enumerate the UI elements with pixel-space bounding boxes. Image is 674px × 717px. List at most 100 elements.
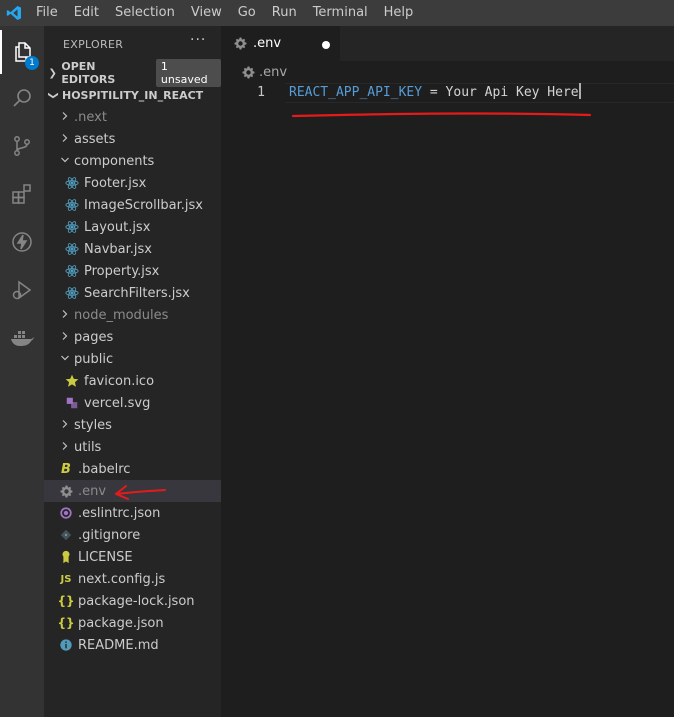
open-editors-section[interactable]: ❯ OPEN EDITORS 1 unsaved	[44, 59, 221, 87]
file-dot-babelrc[interactable]: B .babelrc	[44, 458, 221, 480]
code-line[interactable]: 1 REACT_APP_API_KEY = Your Api Key Here	[221, 83, 674, 103]
tree-item-label: SearchFilters.jsx	[84, 285, 190, 301]
file-dot-gitignore[interactable]: .gitignore	[44, 524, 221, 546]
file-vercel-svg[interactable]: vercel.svg	[44, 392, 221, 414]
menu-view[interactable]: View	[183, 0, 230, 26]
env-key-token: REACT_APP_API_KEY	[289, 85, 423, 100]
git-icon	[58, 527, 74, 543]
unsaved-dot-icon[interactable]	[322, 41, 330, 49]
tree-item-label: Layout.jsx	[84, 219, 151, 235]
folder-assets[interactable]: assets	[44, 128, 221, 150]
tree-item-label: ImageScrollbar.jsx	[84, 197, 203, 213]
tree-item-label: utils	[74, 439, 102, 455]
chevron-right-icon: ❯	[48, 67, 57, 79]
file-layout-jsx[interactable]: Layout.jsx	[44, 216, 221, 238]
equals-token: =	[422, 85, 446, 100]
folder-dot-next[interactable]: .next	[44, 106, 221, 128]
extensions-icon[interactable]	[0, 172, 44, 216]
tree-item-label: Footer.jsx	[84, 175, 147, 191]
editor-area: .env .env 1 REACT_APP_API_KEY = Your Api…	[221, 26, 674, 717]
folder-node-modules[interactable]: node_modules	[44, 304, 221, 326]
chevron-down-icon	[58, 353, 72, 366]
menu-selection[interactable]: Selection	[107, 0, 183, 26]
file-license[interactable]: LICENSE	[44, 546, 221, 568]
folder-public[interactable]: public	[44, 348, 221, 370]
gear-icon	[241, 66, 255, 80]
file-property-jsx[interactable]: Property.jsx	[44, 260, 221, 282]
project-section[interactable]: ❯ HOSPITILITY_IN_REACT	[44, 84, 221, 106]
react-icon	[64, 263, 80, 279]
code-text[interactable]: REACT_APP_API_KEY = Your Api Key Here	[289, 83, 581, 103]
folder-pages[interactable]: pages	[44, 326, 221, 348]
folder-styles[interactable]: styles	[44, 414, 221, 436]
tree-item-label: .babelrc	[78, 461, 131, 477]
chevron-right-icon	[58, 111, 72, 124]
tree-item-label: styles	[74, 417, 112, 433]
chevron-right-icon	[58, 309, 72, 322]
folder-components[interactable]: components	[44, 150, 221, 172]
explorer-badge: 1	[25, 56, 39, 70]
open-editors-label: OPEN EDITORS	[61, 60, 116, 86]
file-dot-env[interactable]: .env	[44, 480, 221, 502]
menu-terminal[interactable]: Terminal	[305, 0, 376, 26]
json-icon: {}	[57, 616, 75, 630]
react-icon	[64, 285, 80, 301]
react-icon	[64, 241, 80, 257]
tree-item-label: README.md	[78, 637, 159, 653]
more-actions-button[interactable]: ···	[190, 32, 206, 48]
explorer-icon[interactable]: 1	[0, 30, 44, 74]
file-footer-jsx[interactable]: Footer.jsx	[44, 172, 221, 194]
chevron-right-icon	[58, 133, 72, 146]
chevron-right-icon	[58, 419, 72, 432]
eslint-icon	[58, 505, 74, 521]
file-favicon-ico[interactable]: favicon.ico	[44, 370, 221, 392]
thunder-client-icon[interactable]	[0, 220, 44, 264]
menu-edit[interactable]: Edit	[66, 0, 107, 26]
tree-item-label: .eslintrc.json	[78, 505, 161, 521]
info-icon	[58, 637, 74, 653]
tree-item-label: public	[74, 351, 114, 367]
env-value-token: Your Api Key Here	[445, 85, 579, 100]
license-icon	[58, 549, 74, 565]
folder-utils[interactable]: utils	[44, 436, 221, 458]
file-next-config-js[interactable]: JS next.config.js	[44, 568, 221, 590]
activity-bar: 1	[0, 26, 44, 717]
vscode-logo-icon[interactable]	[0, 0, 28, 26]
file-imagescrollbar-jsx[interactable]: ImageScrollbar.jsx	[44, 194, 221, 216]
run-debug-icon[interactable]	[0, 268, 44, 312]
tab-env[interactable]: .env	[221, 26, 340, 61]
breadcrumb-file: .env	[259, 65, 288, 80]
tab-bar: .env	[221, 26, 674, 61]
file-searchfilters-jsx[interactable]: SearchFilters.jsx	[44, 282, 221, 304]
tree-item-label: components	[74, 153, 155, 169]
menu-help[interactable]: Help	[376, 0, 422, 26]
menu-go[interactable]: Go	[230, 0, 264, 26]
menu-file[interactable]: File	[28, 0, 66, 26]
file-package-json[interactable]: {} package.json	[44, 612, 221, 634]
unsaved-badge: 1 unsaved	[155, 59, 221, 87]
explorer-sidebar: EXPLORER ··· ❯ OPEN EDITORS 1 unsaved ❯ …	[44, 26, 221, 717]
menu-bar: File Edit Selection View Go Run Terminal Help	[0, 0, 674, 26]
file-navbar-jsx[interactable]: Navbar.jsx	[44, 238, 221, 260]
tree-item-label: .gitignore	[78, 527, 141, 543]
json-icon: {}	[57, 594, 75, 608]
babel-icon: B	[61, 461, 71, 477]
file-dot-eslintrc-json[interactable]: .eslintrc.json	[44, 502, 221, 524]
tree-item-label: Property.jsx	[84, 263, 160, 279]
chevron-right-icon	[58, 331, 72, 344]
explorer-title: EXPLORER	[63, 38, 124, 51]
star-icon	[64, 373, 80, 389]
tab-label: .env	[253, 36, 282, 51]
file-readme-md[interactable]: README.md	[44, 634, 221, 656]
gear-icon	[58, 483, 74, 499]
source-control-icon[interactable]	[0, 124, 44, 168]
breadcrumb[interactable]: .env	[241, 65, 287, 80]
chevron-right-icon	[58, 441, 72, 454]
js-icon: JS	[60, 573, 72, 585]
line-number: 1	[257, 85, 265, 100]
react-icon	[64, 175, 80, 191]
file-package-lock-json[interactable]: {} package-lock.json	[44, 590, 221, 612]
docker-icon[interactable]	[0, 316, 44, 360]
search-icon[interactable]	[0, 76, 44, 120]
menu-run[interactable]: Run	[264, 0, 305, 26]
